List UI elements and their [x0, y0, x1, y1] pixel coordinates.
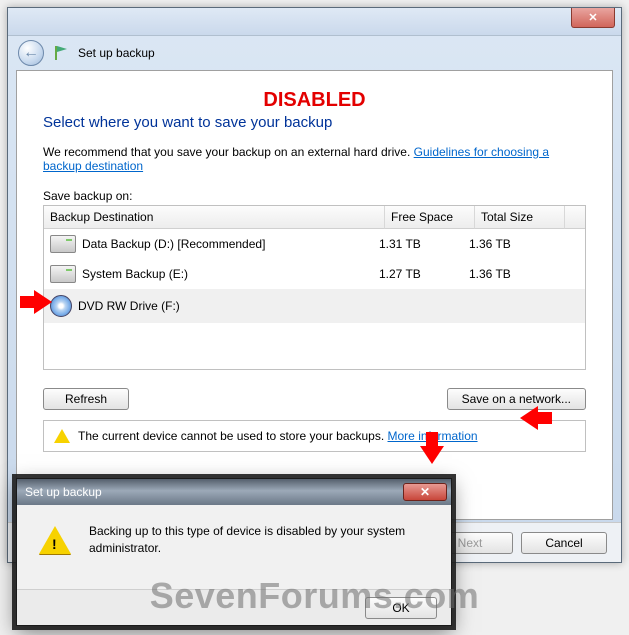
drive-table-header: Backup Destination Free Space Total Size [44, 206, 585, 229]
annotation-arrow-icon [420, 446, 444, 464]
col-gap [565, 206, 585, 229]
refresh-button[interactable]: Refresh [43, 388, 129, 410]
drive-free: 1.31 TB [379, 237, 469, 251]
save-on-label: Save backup on: [43, 189, 586, 203]
warning-text: The current device cannot be used to sto… [78, 429, 388, 443]
disabled-stamp: DISABLED [43, 89, 586, 112]
nav-row: ← Set up backup [8, 36, 621, 70]
recommend-text: We recommend that you save your backup o… [43, 145, 586, 173]
hdd-icon [50, 235, 76, 253]
button-row: Refresh Save on a network... [43, 388, 586, 410]
hdd-icon [50, 265, 76, 283]
recommend-prefix: We recommend that you save your backup o… [43, 145, 414, 159]
drive-size: 1.36 TB [469, 237, 559, 251]
back-button[interactable]: ← [18, 40, 44, 66]
drive-row[interactable]: System Backup (E:) 1.27 TB 1.36 TB [44, 259, 585, 289]
warning-message: The current device cannot be used to sto… [78, 429, 478, 443]
dialog-close-button[interactable]: ✕ [403, 483, 447, 501]
content-panel: DISABLED Select where you want to save y… [16, 70, 613, 520]
annotation-arrow-icon [34, 290, 52, 314]
drive-size: 1.36 TB [469, 267, 559, 281]
dialog-title: Set up backup [25, 485, 102, 499]
error-dialog: Set up backup ✕ Backing up to this type … [16, 478, 452, 626]
backup-flag-icon [52, 44, 70, 62]
dialog-titlebar: Set up backup ✕ [17, 479, 451, 505]
drive-name: Data Backup (D:) [Recommended] [82, 237, 265, 251]
dialog-body: Backing up to this type of device is dis… [17, 505, 451, 561]
drive-table-body: Data Backup (D:) [Recommended] 1.31 TB 1… [44, 229, 585, 369]
page-heading: Select where you want to save your backu… [43, 114, 586, 131]
col-free-space[interactable]: Free Space [385, 206, 475, 229]
warning-icon [54, 429, 70, 443]
save-network-button[interactable]: Save on a network... [447, 388, 586, 410]
ok-button[interactable]: OK [365, 597, 437, 619]
dialog-footer: OK [17, 589, 451, 625]
col-total-size[interactable]: Total Size [475, 206, 565, 229]
drive-row-selected[interactable]: DVD RW Drive (F:) [44, 289, 585, 323]
dvd-icon [50, 295, 72, 317]
drive-free: 1.27 TB [379, 267, 469, 281]
dialog-message: Backing up to this type of device is dis… [89, 523, 429, 557]
nav-title: Set up backup [78, 46, 155, 60]
close-button[interactable]: ✕ [571, 8, 615, 28]
cancel-button[interactable]: Cancel [521, 532, 607, 554]
annotation-arrow-icon [520, 406, 538, 430]
warning-icon [39, 526, 71, 554]
drive-row[interactable]: Data Backup (D:) [Recommended] 1.31 TB 1… [44, 229, 585, 259]
warning-box: The current device cannot be used to sto… [43, 420, 586, 452]
drive-table: Backup Destination Free Space Total Size… [43, 205, 586, 370]
col-destination[interactable]: Backup Destination [44, 206, 385, 229]
drive-name: System Backup (E:) [82, 267, 188, 281]
titlebar: ✕ [8, 8, 621, 36]
drive-name: DVD RW Drive (F:) [78, 299, 180, 313]
